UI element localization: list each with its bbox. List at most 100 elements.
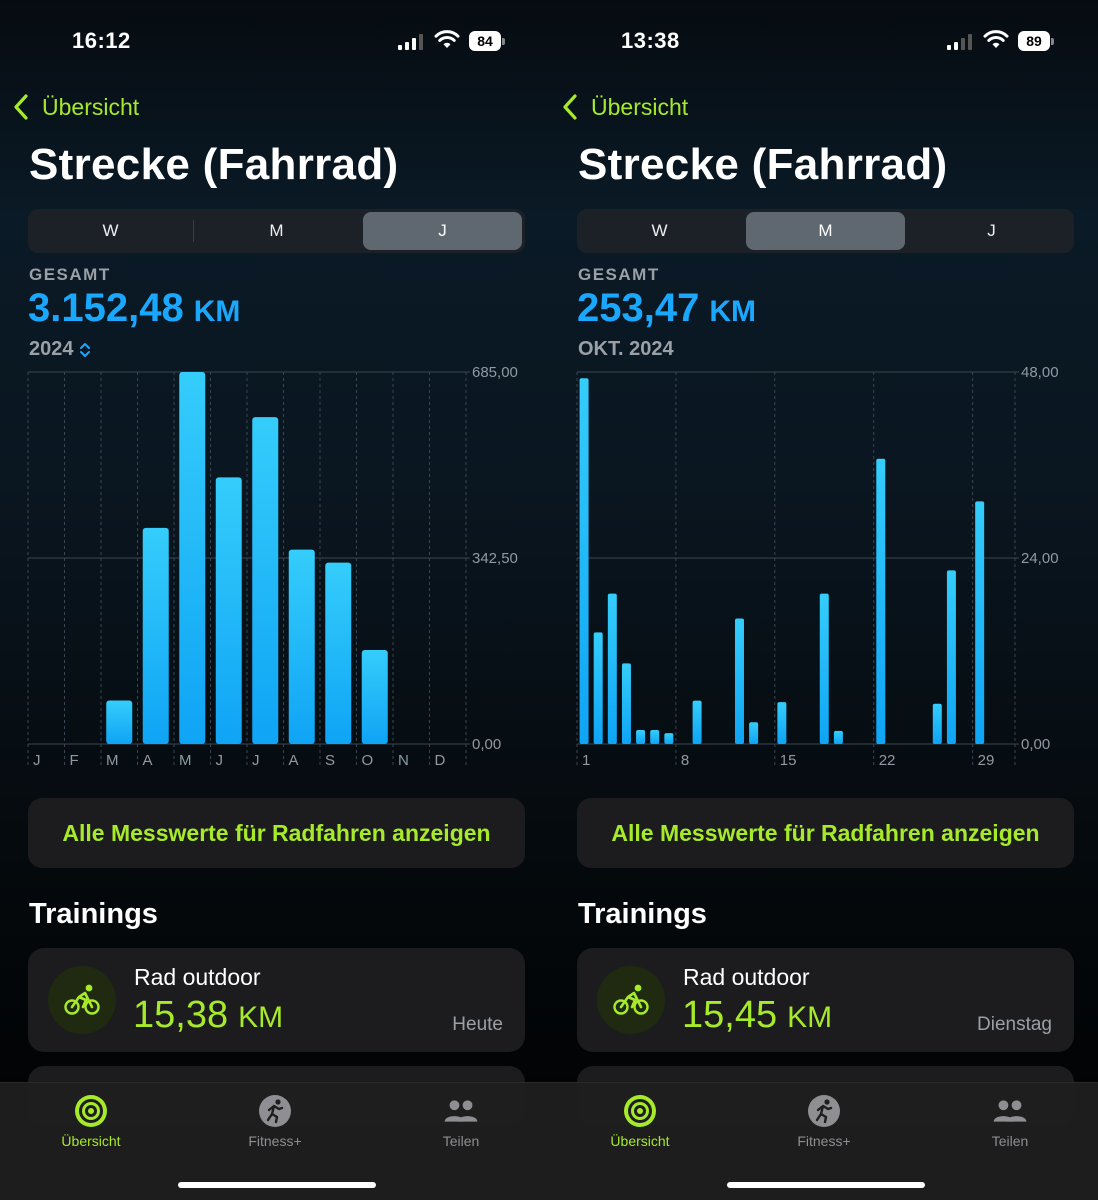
bar	[664, 733, 674, 744]
tab-share-label: Teilen	[991, 1133, 1029, 1149]
back-button[interactable]: Übersicht	[561, 90, 688, 124]
bar	[607, 593, 617, 744]
tab-overview[interactable]: Übersicht	[31, 1093, 151, 1149]
battery-icon: 84	[469, 31, 505, 51]
trainings-heading: Trainings	[29, 898, 158, 930]
battery-level: 84	[469, 31, 501, 51]
bar	[734, 618, 744, 744]
tab-share[interactable]: Teilen	[401, 1093, 521, 1149]
tab-fitness-plus-label: Fitness+	[248, 1133, 302, 1149]
segment-week[interactable]: W	[580, 212, 739, 250]
bar	[819, 593, 829, 744]
bar	[142, 527, 169, 744]
segment-week[interactable]: W	[31, 212, 190, 250]
bar	[593, 632, 603, 744]
segment-month[interactable]: M	[197, 212, 356, 250]
workout-distance-unit: KM	[238, 1001, 284, 1034]
total-label: GESAMT	[578, 265, 660, 284]
tab-overview[interactable]: Übersicht	[580, 1093, 700, 1149]
bar	[932, 703, 942, 744]
screen-month: 13:38 89 Übersicht Strecke (Fahrrad) W M…	[549, 0, 1098, 1200]
segment-year[interactable]: J	[912, 212, 1071, 250]
bar	[777, 702, 787, 744]
bar	[692, 700, 702, 744]
workout-distance: 15,38 KM	[133, 994, 283, 1037]
x-tick-label: 22	[879, 752, 896, 769]
segment-month[interactable]: M	[746, 212, 905, 250]
home-indicator	[727, 1182, 925, 1188]
period-segmented-control: W M J	[577, 209, 1074, 253]
status-time: 16:12	[72, 28, 131, 53]
back-label: Übersicht	[591, 93, 689, 120]
segment-year[interactable]: J	[363, 212, 522, 250]
total-label: GESAMT	[29, 265, 111, 284]
x-tick-label: J	[252, 752, 260, 769]
bar	[650, 730, 660, 744]
tab-fitness-plus[interactable]: Fitness+	[764, 1093, 884, 1149]
x-tick-label: 15	[780, 752, 797, 769]
x-tick-label: N	[398, 752, 409, 769]
workout-distance: 15,45 KM	[682, 994, 832, 1037]
activity-rings-icon	[624, 1095, 656, 1127]
total-number: 253,47	[577, 286, 700, 330]
workout-card[interactable]: Rad outdoor 15,38 KM Heute	[28, 948, 525, 1052]
workout-card[interactable]: Rad outdoor 15,45 KM Dienstag	[577, 948, 1074, 1052]
all-metrics-button[interactable]: Alle Messwerte für Radfahren anzeigen	[28, 798, 525, 868]
bar	[579, 378, 589, 744]
activity-rings-icon	[75, 1095, 107, 1127]
distance-bar-chart: 685,00 342,50 0,00 J F M A M J J A S O N D	[27, 364, 518, 769]
bar	[179, 372, 206, 744]
people-icon	[444, 1100, 478, 1122]
x-tick-label: A	[143, 752, 153, 769]
tab-overview-label: Übersicht	[610, 1133, 670, 1149]
x-tick-label: J	[216, 752, 224, 769]
y-tick-label: 0,00	[472, 736, 501, 753]
battery-level: 89	[1018, 31, 1050, 51]
workout-name: Rad outdoor	[134, 964, 261, 990]
all-metrics-button[interactable]: Alle Messwerte für Radfahren anzeigen	[577, 798, 1074, 868]
bar	[946, 570, 956, 744]
workout-distance-unit: KM	[787, 1001, 833, 1034]
bar	[106, 700, 133, 744]
segment-divider	[193, 220, 194, 242]
y-tick-label: 0,00	[1021, 736, 1050, 753]
fitness-runner-icon	[808, 1095, 840, 1127]
total-number: 3.152,48	[28, 286, 184, 330]
status-bar: 16:12 84	[0, 26, 549, 56]
x-tick-label: 1	[582, 752, 590, 769]
bicycle-icon	[597, 966, 665, 1034]
tab-fitness-plus[interactable]: Fitness+	[215, 1093, 335, 1149]
total-unit: KM	[709, 295, 756, 328]
wifi-icon	[983, 30, 1009, 48]
bar	[749, 722, 759, 744]
workout-date: Heute	[452, 1014, 503, 1035]
period-segmented-control: W M J	[28, 209, 525, 253]
x-tick-label: F	[70, 752, 79, 769]
bar	[288, 549, 315, 744]
x-tick-label: S	[325, 752, 335, 769]
page-title: Strecke (Fahrrad)	[578, 140, 948, 189]
page-title: Strecke (Fahrrad)	[29, 140, 399, 189]
y-tick-label: 685,00	[472, 364, 518, 381]
x-tick-label: A	[289, 752, 299, 769]
workout-date: Dienstag	[977, 1014, 1052, 1035]
tab-overview-label: Übersicht	[61, 1133, 121, 1149]
status-bar: 13:38 89	[549, 26, 1098, 56]
bicycle-icon	[48, 966, 116, 1034]
bar	[621, 663, 631, 744]
bar	[636, 730, 646, 744]
cellular-signal-icon	[398, 34, 423, 50]
y-tick-label: 48,00	[1021, 364, 1059, 381]
battery-icon: 89	[1018, 31, 1054, 51]
tab-share[interactable]: Teilen	[950, 1093, 1070, 1149]
tab-fitness-plus-label: Fitness+	[797, 1133, 851, 1149]
wifi-icon	[434, 30, 460, 48]
x-tick-label: J	[33, 752, 41, 769]
bar	[215, 477, 242, 744]
y-tick-label: 342,50	[472, 550, 518, 567]
home-indicator	[178, 1182, 376, 1188]
back-button[interactable]: Übersicht	[12, 90, 139, 124]
bar	[833, 730, 843, 744]
chevron-left-icon	[14, 94, 28, 120]
tab-share-label: Teilen	[442, 1133, 480, 1149]
